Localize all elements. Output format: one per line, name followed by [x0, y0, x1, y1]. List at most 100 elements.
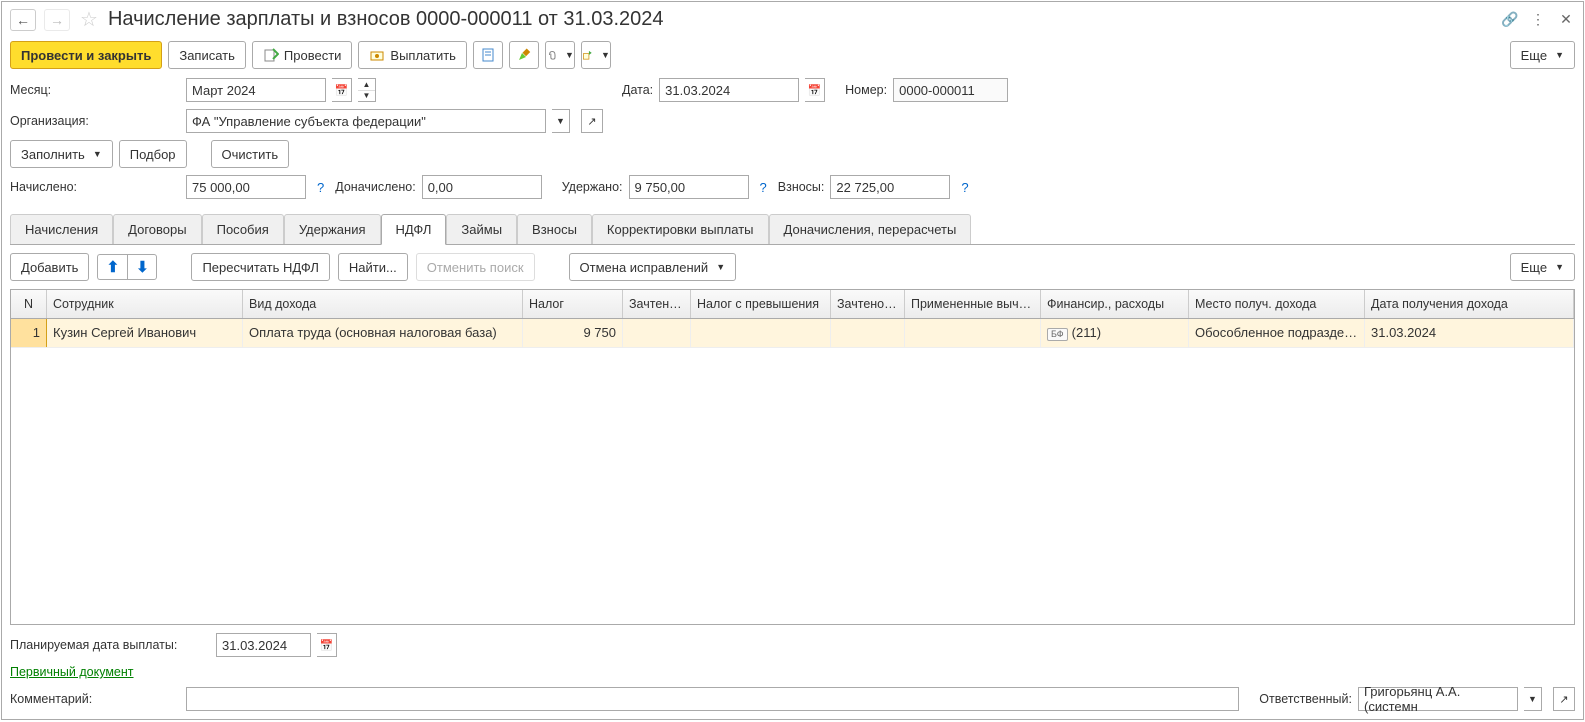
move-up-button[interactable]: ⬆ — [97, 254, 127, 280]
close-icon[interactable]: ✕ — [1557, 11, 1575, 29]
org-dropdown-button[interactable]: ▼ — [552, 109, 570, 133]
planned-date-label: Планируемая дата выплаты: — [10, 638, 210, 652]
withheld-help-icon[interactable]: ? — [760, 180, 767, 195]
month-input[interactable]: Март 2024 — [186, 78, 326, 102]
write-button[interactable]: Записать — [168, 41, 246, 69]
accrued-label: Начислено: — [10, 180, 180, 194]
attachment-button[interactable]: ▼ — [545, 41, 575, 69]
add-row-button[interactable]: Добавить — [10, 253, 89, 281]
more-button[interactable]: Еще▼ — [1510, 41, 1575, 69]
planned-date-calendar-button[interactable]: 📅 — [317, 633, 337, 657]
cell-n: 1 — [11, 319, 47, 347]
financing-badge: БФ — [1047, 328, 1068, 341]
report-icon — [480, 47, 496, 63]
col-income-type[interactable]: Вид дохода — [243, 290, 523, 318]
cell-credited — [623, 319, 691, 347]
addaccrued-value: 0,00 — [422, 175, 542, 199]
month-label: Месяц: — [10, 83, 180, 97]
tab-ndfl[interactable]: НДФЛ — [381, 214, 447, 245]
find-button[interactable]: Найти... — [338, 253, 408, 281]
share-icon — [582, 47, 593, 63]
addaccrued-label: Доначислено: — [335, 180, 415, 194]
col-credited2[interactable]: Зачтено… — [831, 290, 905, 318]
accrued-help-icon[interactable]: ? — [317, 180, 324, 195]
month-spinner[interactable]: ▲ ▼ — [358, 78, 376, 102]
more-icon[interactable]: ⋮ — [1529, 11, 1547, 29]
tab-contributions[interactable]: Взносы — [517, 214, 592, 244]
pay-button[interactable]: Выплатить — [358, 41, 467, 69]
post-icon — [263, 47, 279, 63]
withheld-label: Удержано: — [562, 180, 623, 194]
responsible-dropdown-button[interactable]: ▼ — [1524, 687, 1542, 711]
fill-button[interactable]: Заполнить▼ — [10, 140, 113, 168]
col-financing[interactable]: Финансир., расходы — [1041, 290, 1189, 318]
post-and-close-button[interactable]: Провести и закрыть — [10, 41, 162, 69]
window-title: Начисление зарплаты и взносов 0000-00001… — [108, 8, 1493, 31]
cell-tax: 9 750 — [523, 319, 623, 347]
contrib-help-icon[interactable]: ? — [961, 180, 968, 195]
table-row[interactable]: 1 Кузин Сергей Иванович Оплата труда (ос… — [11, 319, 1574, 348]
primary-document-link[interactable]: Первичный документ — [10, 665, 134, 679]
cell-deductions — [905, 319, 1041, 347]
pick-button[interactable]: Подбор — [119, 140, 187, 168]
number-input: 0000-000011 — [893, 78, 1008, 102]
responsible-open-button[interactable]: ↗ — [1553, 687, 1575, 711]
col-deductions[interactable]: Примененные выч… — [905, 290, 1041, 318]
date-input[interactable]: 31.03.2024 — [659, 78, 799, 102]
comment-label: Комментарий: — [10, 692, 180, 706]
report-button[interactable] — [473, 41, 503, 69]
tab-withholdings[interactable]: Удержания — [284, 214, 381, 244]
link-icon[interactable]: 🔗 — [1501, 11, 1519, 29]
recalc-ndfl-button[interactable]: Пересчитать НДФЛ — [191, 253, 329, 281]
contrib-value: 22 725,00 — [830, 175, 950, 199]
org-label: Организация: — [10, 114, 180, 128]
tabs: Начисления Договоры Пособия Удержания НД… — [10, 214, 1575, 245]
cancel-corrections-button[interactable]: Отмена исправлений▼ — [569, 253, 737, 281]
org-input[interactable]: ФА "Управление субъекта федерации" — [186, 109, 546, 133]
col-n[interactable]: N — [11, 290, 47, 318]
col-tax-excess[interactable]: Налог с превышения — [691, 290, 831, 318]
cell-income-date: 31.03.2024 — [1365, 319, 1574, 347]
tab-loans[interactable]: Займы — [446, 214, 517, 244]
marker-button[interactable] — [509, 41, 539, 69]
cell-employee: Кузин Сергей Иванович — [47, 319, 243, 347]
marker-icon — [516, 47, 532, 63]
cell-financing: БФ(211) — [1041, 319, 1189, 347]
post-button[interactable]: Провести — [252, 41, 353, 69]
planned-date-input[interactable]: 31.03.2024 — [216, 633, 311, 657]
pay-icon — [369, 47, 385, 63]
col-employee[interactable]: Сотрудник — [47, 290, 243, 318]
tab-benefits[interactable]: Пособия — [202, 214, 284, 244]
number-label: Номер: — [845, 83, 887, 97]
col-place[interactable]: Место получ. дохода — [1189, 290, 1365, 318]
ndfl-table: N Сотрудник Вид дохода Налог Зачтен… Нал… — [10, 289, 1575, 625]
share-button[interactable]: ▼ — [581, 41, 611, 69]
nav-back-button[interactable]: ← — [10, 9, 36, 31]
tab-accruals[interactable]: Начисления — [10, 214, 113, 244]
tab-contracts[interactable]: Договоры — [113, 214, 201, 244]
date-calendar-button[interactable]: 📅 — [805, 78, 825, 102]
date-label: Дата: — [622, 83, 653, 97]
cancel-search-button: Отменить поиск — [416, 253, 535, 281]
move-down-button[interactable]: ⬇ — [127, 254, 157, 280]
comment-input[interactable] — [186, 687, 1239, 711]
tab-corrections[interactable]: Корректировки выплаты — [592, 214, 769, 244]
nav-forward-button[interactable]: → — [44, 9, 70, 31]
favorite-star-icon[interactable]: ☆ — [78, 7, 100, 32]
paperclip-icon — [546, 47, 557, 63]
spin-up[interactable]: ▲ — [358, 79, 375, 91]
responsible-label: Ответственный: — [1259, 692, 1352, 706]
tab-more-button[interactable]: Еще▼ — [1510, 253, 1575, 281]
col-income-date[interactable]: Дата получения дохода — [1365, 290, 1574, 318]
col-credited[interactable]: Зачтен… — [623, 290, 691, 318]
col-tax[interactable]: Налог — [523, 290, 623, 318]
cell-tax-excess — [691, 319, 831, 347]
withheld-value: 9 750,00 — [629, 175, 749, 199]
accrued-value: 75 000,00 — [186, 175, 306, 199]
clear-button[interactable]: Очистить — [211, 140, 290, 168]
spin-down[interactable]: ▼ — [358, 91, 375, 102]
org-open-button[interactable]: ↗ — [581, 109, 603, 133]
tab-recalc[interactable]: Доначисления, перерасчеты — [769, 214, 972, 244]
month-calendar-button[interactable]: 📅 — [332, 78, 352, 102]
responsible-input[interactable]: Григорьянц А.А. (системн — [1358, 687, 1518, 711]
